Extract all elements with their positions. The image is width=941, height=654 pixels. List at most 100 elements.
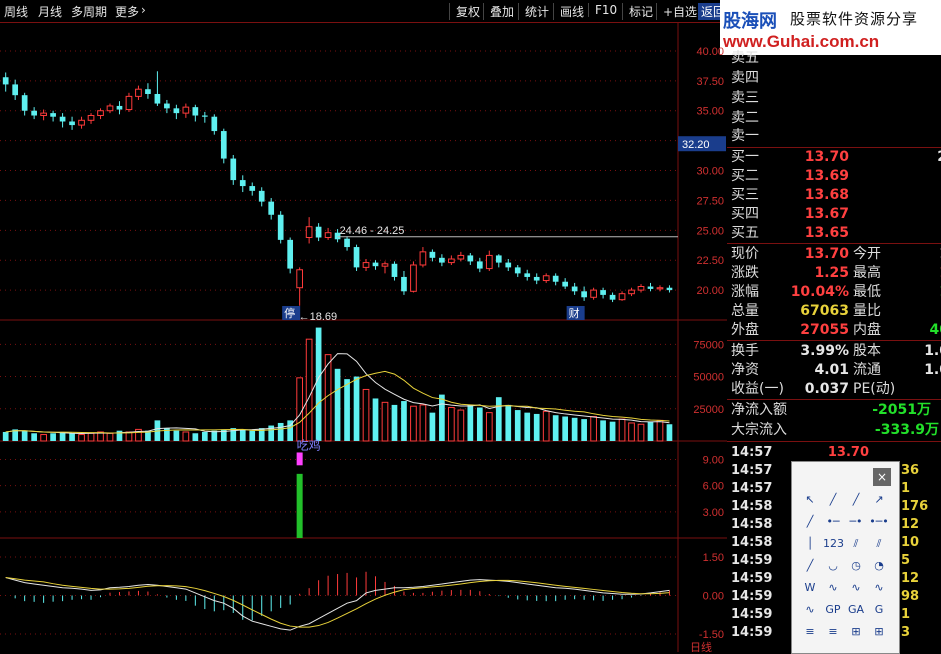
candle-body [524, 273, 531, 277]
volume-bar [50, 433, 56, 441]
volume-bar [249, 430, 256, 441]
tick-volume: 176 [901, 499, 929, 514]
candle-body [581, 291, 587, 298]
candle-body [410, 264, 417, 292]
candle-body [439, 257, 445, 263]
draw-tool-icon[interactable]: W [800, 580, 820, 596]
draw-tool-icon[interactable]: ◔ [869, 558, 889, 574]
volume-bar [600, 420, 606, 441]
tick-time: 14:57 [731, 445, 773, 460]
draw-tool-icon[interactable]: ∿ [846, 580, 866, 596]
volume-bar [106, 432, 114, 442]
volume-bar [353, 376, 360, 441]
draw-tool-icon[interactable]: ╱ [800, 558, 820, 574]
volume-bar [552, 415, 559, 441]
price-tick-label: 30.00 [696, 166, 724, 178]
toolbar-monthly[interactable]: 月线 [38, 3, 62, 20]
draw-tool-icon[interactable]: ↗ [869, 492, 889, 508]
candle-body [609, 294, 616, 300]
toolbar-weekly[interactable]: 周线 [4, 3, 28, 20]
toolbar-add-favorite[interactable]: +自选 [656, 3, 697, 20]
candle-body [514, 267, 521, 274]
volume-bar [78, 434, 85, 442]
indicator-bar [296, 473, 303, 538]
toolbar-mark[interactable]: 标记 [622, 3, 653, 20]
toolbar-statistics[interactable]: 统计 [518, 3, 549, 20]
volume-bar [647, 421, 654, 441]
tick-time: 14:57 [731, 463, 773, 478]
close-icon[interactable]: × [873, 468, 891, 486]
candle-body [87, 115, 95, 121]
volume-bar [87, 432, 95, 442]
volume-bar [514, 410, 521, 441]
draw-tool-icon[interactable]: ⊞ [846, 624, 866, 640]
draw-tool-icon[interactable]: ∿ [869, 580, 889, 596]
draw-tool-icon[interactable]: G [869, 602, 889, 618]
tick-volume: 3 [901, 625, 911, 640]
divider [727, 340, 941, 341]
draw-tool-icon[interactable]: ╱ [823, 492, 843, 508]
period-label: 日线 [690, 640, 712, 652]
draw-tool-icon[interactable]: ⫽ [846, 536, 866, 552]
volume-bar [524, 412, 531, 441]
draw-tool-icon[interactable]: ≡ [800, 624, 820, 640]
draw-tool-icon[interactable]: •─• [869, 514, 889, 530]
candle-body [12, 84, 19, 96]
candle-body [429, 251, 436, 258]
candle-body [182, 106, 190, 114]
indicator-signal-mark [296, 452, 303, 466]
chevron-right-icon[interactable]: › [141, 3, 146, 17]
draw-tool-icon[interactable]: ╱ [800, 514, 820, 530]
site-banner: 股海网 股票软件资源分享 www.Guhai.com.cn [720, 0, 941, 55]
candle-body [230, 158, 237, 181]
draw-tool-icon[interactable]: ◷ [846, 558, 866, 574]
draw-tool-icon[interactable]: •─ [823, 514, 843, 530]
toolbar-more[interactable]: 更多 [115, 3, 139, 20]
chart-axes: 40.0037.5035.0032.5030.0027.5025.0022.50… [678, 46, 726, 641]
price-tick-label: 37.50 [696, 76, 724, 88]
candle-body [656, 287, 664, 290]
volume-bar [277, 422, 284, 441]
draw-tool-icon[interactable]: ∿ [800, 602, 820, 618]
candle-body [533, 276, 540, 281]
indicator-tick-label: 6.00 [703, 481, 724, 493]
macd-tick-label: -1.50 [699, 629, 724, 641]
draw-tool-icon[interactable]: GP [823, 602, 843, 618]
drawing-tools-panel: × ↖ ╱ ╱ ↗ ╱ •─ ─• •─• │ 123 ⫽ ⫽ ╱ ◡ ◷ ◔ W ∿ ∿ ∿ ∿ GP GA G ≡ ≡ ⊞ ⊞ [791, 461, 900, 654]
draw-tool-icon[interactable]: ≡ [823, 624, 843, 640]
candle-body [287, 239, 294, 269]
kline-chart[interactable]: 40.0037.5035.0032.5030.0027.5025.0022.50… [0, 23, 727, 652]
draw-tool-icon[interactable]: ⫽ [869, 536, 889, 552]
candle-body [495, 255, 502, 263]
candle-body [21, 95, 28, 111]
toolbar-draw-lines[interactable]: 画线 [553, 3, 584, 20]
toolbar-overlay[interactable]: 叠加 [483, 3, 514, 20]
draw-tool-icon[interactable]: ↖ [800, 492, 820, 508]
draw-tool-icon[interactable]: ╱ [846, 492, 866, 508]
toolbar-multi-period[interactable]: 多周期 [71, 3, 107, 20]
volume-bar [315, 327, 322, 441]
toolbar-restore-rights[interactable]: 复权 [449, 3, 480, 20]
draw-tool-icon[interactable]: 123 [823, 536, 844, 552]
toolbar-f10[interactable]: F10 [588, 3, 617, 17]
draw-tool-icon[interactable]: ─• [846, 514, 866, 530]
volume-bar [362, 388, 370, 442]
candle-body [154, 93, 161, 104]
macd-tick-label: 0.00 [703, 591, 724, 603]
draw-tool-icon[interactable]: │ [800, 536, 820, 552]
draw-tool-icon[interactable]: ◡ [823, 558, 843, 574]
draw-tool-icon[interactable]: ⊞ [869, 624, 889, 640]
draw-tool-icon[interactable]: GA [846, 602, 866, 618]
candle-body [59, 116, 66, 122]
candle-body [467, 255, 474, 262]
volume-bar [239, 429, 246, 441]
candle-body [31, 110, 37, 116]
draw-tool-icon[interactable]: ∿ [823, 580, 843, 596]
candle-body [381, 263, 389, 267]
macd-tick-label: 1.50 [703, 552, 724, 564]
candle-body [78, 119, 85, 126]
candle-body [106, 105, 114, 112]
volume-bar [305, 338, 313, 442]
tick-time: 14:57 [731, 481, 773, 496]
candle-body [637, 286, 645, 291]
